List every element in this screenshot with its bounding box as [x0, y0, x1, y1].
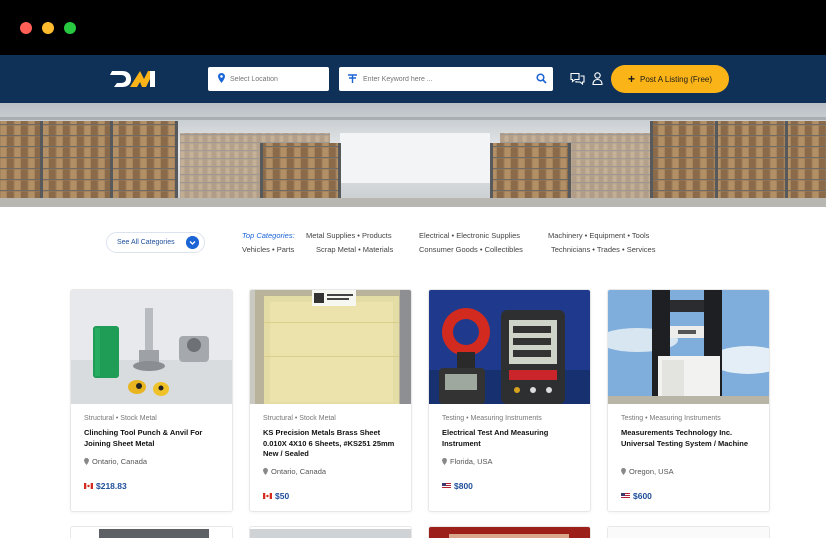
listing-location-text: Florida, USA: [450, 457, 493, 466]
listing-card-partial[interactable]: [70, 526, 233, 538]
filter-icon[interactable]: [348, 74, 357, 83]
listing-image[interactable]: [608, 290, 769, 404]
close-window-button[interactable]: [20, 22, 32, 34]
listing-price-value: $50: [275, 491, 290, 501]
see-all-categories-button[interactable]: See All Categories: [106, 232, 205, 253]
category-link-machinery[interactable]: Machinery • Equipment • Tools: [548, 231, 649, 240]
listing-image[interactable]: [429, 290, 590, 404]
hero-banner: [0, 103, 826, 207]
listing-image[interactable]: [250, 527, 412, 538]
minimize-window-button[interactable]: [42, 22, 54, 34]
listing-price: $600: [621, 491, 652, 501]
site-navbar: + Post A Listing (Free): [0, 55, 826, 103]
map-pin-icon: [218, 73, 225, 83]
listing-category: Testing • Measuring Instruments: [621, 415, 721, 422]
usa-flag-icon: [442, 483, 451, 489]
plus-icon: +: [627, 72, 635, 86]
category-link-metal-supplies[interactable]: Metal Supplies • Products: [306, 231, 392, 240]
map-pin-icon: [84, 458, 89, 465]
listing-card-partial[interactable]: [607, 526, 770, 538]
keyword-search[interactable]: [339, 67, 553, 91]
listing-card[interactable]: Testing • Measuring Instruments Measurem…: [607, 289, 770, 512]
listing-price-value: $218.83: [96, 481, 127, 491]
top-categories-label: Top Categories:: [242, 231, 295, 240]
listing-location: Florida, USA: [442, 457, 493, 466]
listing-title[interactable]: Measurements Technology Inc. Universal T…: [621, 428, 761, 449]
user-icon[interactable]: [592, 72, 603, 85]
listing-category: Testing • Measuring Instruments: [442, 415, 542, 422]
browser-window: + Post A Listing (Free): [0, 0, 826, 538]
listing-price: $50: [263, 491, 289, 501]
listing-card[interactable]: Structural • Stock Metal KS Precision Me…: [249, 289, 412, 512]
listing-location-text: Ontario, Canada: [92, 457, 148, 466]
canada-flag-icon: [263, 493, 272, 499]
keyword-input[interactable]: [363, 67, 528, 91]
listing-image[interactable]: [250, 290, 411, 404]
listing-image[interactable]: [608, 527, 770, 538]
listing-title[interactable]: Clinching Tool Punch & Anvil For Joining…: [84, 428, 224, 449]
listing-card-partial[interactable]: [428, 526, 591, 538]
listing-image[interactable]: [71, 527, 233, 538]
listing-image[interactable]: [429, 527, 591, 538]
listing-category: Structural • Stock Metal: [263, 415, 336, 422]
chevron-down-icon: [186, 236, 199, 249]
listing-location: Ontario, Canada: [84, 457, 147, 466]
listing-price-value: $600: [633, 491, 652, 501]
listing-location-text: Ontario, Canada: [271, 467, 327, 476]
category-link-consumer-goods[interactable]: Consumer Goods • Collectibles: [419, 245, 523, 254]
map-pin-icon: [621, 468, 626, 475]
category-link-scrap-metal[interactable]: Scrap Metal • Materials: [316, 245, 393, 254]
location-select[interactable]: [208, 67, 329, 91]
canada-flag-icon: [84, 483, 93, 489]
listing-location: Ontario, Canada: [263, 467, 326, 476]
usa-flag-icon: [621, 493, 630, 499]
post-listing-label: Post A Listing (Free): [639, 74, 713, 84]
listing-category: Structural • Stock Metal: [84, 415, 157, 422]
category-link-technicians[interactable]: Technicians • Trades • Services: [551, 245, 655, 254]
listing-title[interactable]: Electrical Test And Measuring Instrument: [442, 428, 582, 449]
location-input[interactable]: [230, 67, 325, 91]
listing-card-partial[interactable]: [249, 526, 412, 538]
chat-icon[interactable]: [570, 72, 585, 85]
category-link-vehicles[interactable]: Vehicles • Parts: [242, 245, 294, 254]
post-listing-button[interactable]: + Post A Listing (Free): [611, 65, 729, 93]
map-pin-icon: [442, 458, 447, 465]
listing-price: $218.83: [84, 481, 127, 491]
site-logo[interactable]: [110, 67, 156, 91]
listing-title[interactable]: KS Precision Metals Brass Sheet 0.010X 4…: [263, 428, 403, 460]
search-icon[interactable]: [536, 73, 547, 84]
warehouse-banner-image: [0, 103, 826, 207]
see-all-categories-label: See All Categories: [117, 239, 175, 246]
map-pin-icon: [263, 468, 268, 475]
listing-card[interactable]: Testing • Measuring Instruments Electric…: [428, 289, 591, 512]
listing-price: $800: [442, 481, 473, 491]
listing-location-text: Oregon, USA: [629, 467, 674, 476]
window-titlebar: [0, 0, 826, 55]
listing-price-value: $800: [454, 481, 473, 491]
maximize-window-button[interactable]: [64, 22, 76, 34]
category-link-electrical[interactable]: Electrical • Electronic Supplies: [419, 231, 520, 240]
listing-image[interactable]: [71, 290, 232, 404]
listing-location: Oregon, USA: [621, 467, 674, 476]
listing-card[interactable]: Structural • Stock Metal Clinching Tool …: [70, 289, 233, 512]
